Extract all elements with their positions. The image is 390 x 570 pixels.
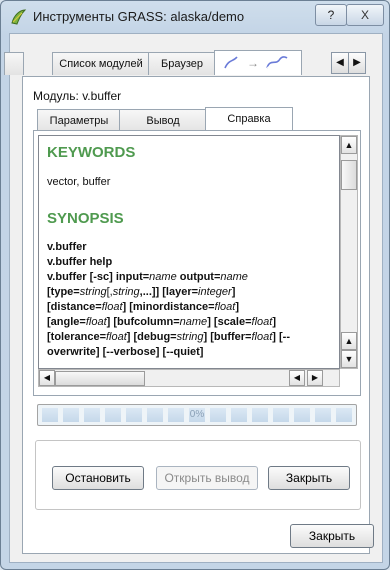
- window-title: Инструменты GRASS: alaska/demo: [33, 9, 245, 24]
- tabs-scroll-right-button[interactable]: ▶: [348, 52, 366, 74]
- keywords-text: vector, buffer: [47, 176, 111, 188]
- synopsis-line-5: [distance=float] [minordistance=float]: [47, 301, 239, 313]
- scroll-left-button-right[interactable]: ◀: [289, 370, 305, 386]
- synopsis-code: v.buffer v.buffer help v.buffer [-sc] in…: [47, 240, 332, 360]
- scroll-up-button-lower[interactable]: ▲: [341, 332, 357, 350]
- help-horizontal-scrollbar[interactable]: ◀ ◀ ▶: [38, 369, 340, 387]
- title-bar: Инструменты GRASS: alaska/demo ? X: [1, 1, 389, 33]
- vertical-scroll-thumb[interactable]: [341, 160, 357, 190]
- synopsis-line-1: v.buffer: [47, 241, 87, 253]
- svg-text:→: →: [247, 56, 259, 70]
- scroll-left-button[interactable]: ◀: [39, 370, 55, 386]
- module-page: Модуль: v.buffer Параметры Вывод Справка…: [22, 76, 370, 554]
- synopsis-line-2: v.buffer help: [47, 256, 113, 268]
- synopsis-line-6: [angle=float] [bufcolumn=name] [scale=fl…: [47, 316, 276, 328]
- scroll-right-button[interactable]: ▶: [307, 370, 323, 386]
- close-window-button[interactable]: X: [346, 4, 384, 26]
- tab-hidden-edge[interactable]: [4, 52, 24, 75]
- grass-leaf-icon: [11, 9, 27, 25]
- tab-parameters[interactable]: Параметры: [37, 109, 121, 132]
- tabs-scroll-left-button[interactable]: ◀: [331, 52, 349, 74]
- plugin-line-icons: →: [224, 56, 288, 70]
- client-area: Список модулей Браузер → ◀ ▶ Модуль: v.b…: [4, 33, 383, 563]
- help-button[interactable]: ?: [315, 4, 347, 26]
- synopsis-line-3: v.buffer [-sc] input=name output=name: [47, 271, 248, 283]
- synopsis-line-7: [tolerance=float] [debug=string] [buffer…: [47, 331, 291, 343]
- keywords-heading: KEYWORDS: [47, 144, 136, 161]
- module-label: Модуль: v.buffer: [33, 89, 122, 103]
- grass-tools-window: Инструменты GRASS: alaska/demo ? X Списо…: [0, 0, 390, 570]
- tab-browser[interactable]: Браузер: [148, 52, 216, 75]
- module-tab-bar: Список модулей Браузер → ◀ ▶: [4, 50, 382, 76]
- tab-plugin-tools[interactable]: →: [214, 50, 302, 75]
- horizontal-scroll-thumb[interactable]: [55, 371, 145, 386]
- synopsis-line-4: [type=string[,string,...]] [layer=intege…: [47, 286, 236, 298]
- progress-bar: 0%: [37, 404, 357, 426]
- progress-text: 0%: [189, 409, 205, 420]
- close-button[interactable]: Закрыть: [268, 466, 350, 490]
- scroll-down-button[interactable]: ▼: [341, 350, 357, 368]
- stop-button[interactable]: Остановить: [52, 466, 144, 490]
- synopsis-line-8: overwrite] [--verbose] [--quiet]: [47, 346, 204, 358]
- tab-module-list[interactable]: Список модулей: [52, 52, 150, 75]
- tab-output[interactable]: Вывод: [119, 109, 207, 132]
- tab-help[interactable]: Справка: [205, 107, 293, 132]
- help-vertical-scrollbar[interactable]: ▲ ▲ ▼: [340, 135, 358, 369]
- scroll-up-button[interactable]: ▲: [341, 136, 357, 154]
- close-main-button[interactable]: Закрыть: [290, 524, 374, 548]
- action-button-group: Остановить Открыть вывод Закрыть: [35, 440, 361, 510]
- synopsis-heading: SYNOPSIS: [47, 210, 124, 227]
- help-text-view[interactable]: KEYWORDS vector, buffer SYNOPSIS v.buffe…: [38, 135, 340, 369]
- help-panel: KEYWORDS vector, buffer SYNOPSIS v.buffe…: [33, 130, 361, 396]
- open-output-button[interactable]: Открыть вывод: [156, 466, 258, 490]
